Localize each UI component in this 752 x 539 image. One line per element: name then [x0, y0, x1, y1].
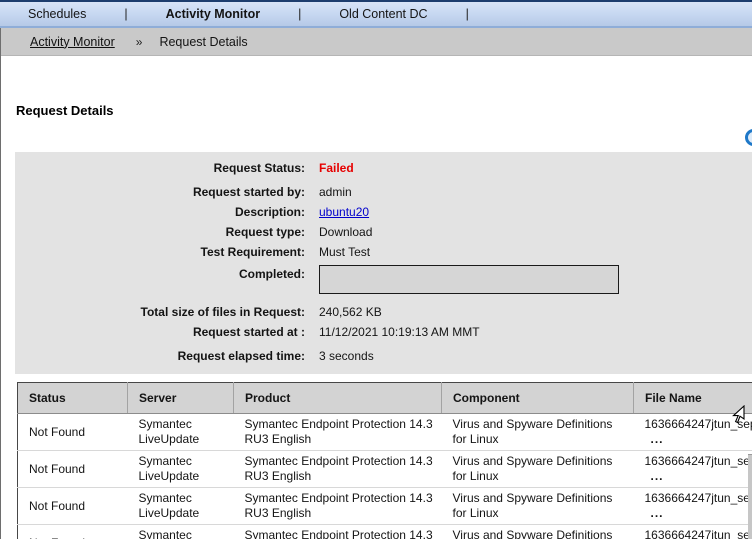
nav-item-activity-monitor[interactable]: Activity Monitor — [166, 7, 260, 21]
breadcrumb: Activity Monitor » Request Details — [1, 28, 752, 56]
nav-item-old-content-dc[interactable]: Old Content DC — [339, 7, 427, 21]
cell-server: Symantec LiveUpdate — [127, 450, 234, 488]
breadcrumb-separator-icon: » — [135, 34, 143, 49]
detail-value: Must Test — [319, 245, 371, 259]
cell-status: Not Found — [29, 424, 86, 439]
column-header-server: Server — [127, 382, 234, 414]
column-header-product: Product — [233, 382, 442, 414]
cell-file-name: 1636664247jtun_sep... — [633, 524, 752, 539]
cell-component: Virus and Spyware Definitions for Linux — [441, 450, 634, 488]
file-name-ellipsis[interactable]: ... — [645, 432, 752, 447]
detail-row-request-type: Request type: Download — [15, 222, 752, 242]
detail-label: Request type: — [225, 225, 305, 239]
detail-label: Description: — [234, 205, 305, 219]
description-link[interactable]: ubuntu20 — [319, 202, 369, 222]
nav-separator: | — [124, 7, 128, 21]
status-value-failed: Failed — [319, 161, 354, 175]
cell-component: Virus and Spyware Definitions for Linux — [441, 487, 634, 525]
nav-separator: | — [465, 7, 469, 21]
page-title: Request Details — [16, 103, 114, 118]
nav-item-schedules[interactable]: Schedules — [28, 7, 86, 21]
file-name-text: 1636664247jtun_sep — [644, 528, 752, 539]
cell-file-name: 1636664247jtun_sep... — [633, 487, 752, 525]
detail-row-request-started-at-: Request started at : 11/12/2021 10:19:13 … — [15, 322, 752, 342]
page-frame: Activity Monitor » Request Details Reque… — [0, 28, 752, 539]
cell-server: Symantec LiveUpdate — [138, 417, 200, 446]
detail-row-description: Description: ubuntu20 — [15, 202, 752, 222]
nav-separator: | — [298, 7, 302, 21]
file-name-text: 1636664247jtun_sep — [644, 491, 752, 505]
file-name-ellipsis[interactable]: ... — [645, 469, 752, 484]
results-table: Status Server Product Component File Name No… — [17, 382, 752, 539]
column-header-component: Component — [441, 382, 634, 414]
detail-label: Request Status: — [213, 161, 305, 175]
detail-label: Total size of files in Request: — [140, 305, 305, 319]
file-name-text: 1636664247jtun_sep — [644, 454, 752, 468]
results-table-header: Status Server Product Component File Name — [17, 382, 752, 414]
detail-value: 11/12/2021 10:19:13 AM MMT — [319, 325, 480, 339]
table-row: Not FoundSymantec LiveUpdateSymantec End… — [17, 524, 752, 539]
table-row: Not FoundSymantec LiveUpdateSymantec End… — [17, 487, 752, 525]
help-circle-icon[interactable] — [745, 129, 752, 146]
cell-component: Virus and Spyware Definitions for Linux — [441, 524, 634, 539]
detail-value: 3 seconds — [319, 349, 374, 363]
cell-status: Not Found — [17, 487, 128, 525]
cell-server: Symantec LiveUpdate — [127, 524, 234, 539]
table-row: Not Found Symantec LiveUpdate Symantec End… — [18, 414, 752, 451]
breadcrumb-link-activity-monitor[interactable]: Activity Monitor — [30, 35, 115, 49]
detail-value: 240,562 KB — [319, 305, 382, 319]
cell-component: Virus and Spyware Definitions for Linux — [452, 417, 613, 446]
detail-label: Completed: — [239, 267, 305, 281]
detail-label: Request elapsed time: — [177, 349, 305, 363]
cell-product: Symantec Endpoint Protection 14.3 RU3 En… — [233, 450, 442, 488]
cell-product: Symantec Endpoint Protection 14.3 RU3 En… — [233, 524, 442, 539]
detail-row-completed: Completed: — [15, 264, 752, 294]
cell-file-name: 1636664247jtun_sep... — [633, 450, 752, 488]
results-table-body: Not Found Symantec LiveUpdate Symantec End… — [17, 414, 752, 539]
file-name-ellipsis[interactable]: ... — [645, 506, 752, 521]
detail-label: Request started by: — [192, 185, 305, 199]
breadcrumb-current: Request Details — [159, 34, 248, 49]
completed-field — [319, 265, 619, 294]
detail-value: Download — [319, 225, 373, 239]
detail-label: Test Requirement: — [200, 245, 305, 259]
request-details-panel: Request Status: Failed Request started by:… — [15, 152, 752, 374]
cell-server: Symantec LiveUpdate — [127, 487, 234, 525]
detail-row-test-requirement: Test Requirement: Must Test — [15, 242, 752, 262]
detail-row-request-elapsed-time: Request elapsed time: 3 seconds — [15, 346, 752, 366]
detail-row-request-status: Request Status: Failed — [15, 158, 752, 178]
detail-row-request-started-by: Request started by: admin — [15, 182, 752, 202]
table-row: Not FoundSymantec LiveUpdateSymantec End… — [17, 450, 752, 488]
detail-label: Request started at : — [192, 325, 305, 339]
mouse-cursor-icon — [732, 405, 745, 424]
column-header-status: Status — [17, 382, 128, 414]
detail-value: admin — [319, 185, 352, 199]
top-navigation: Schedules | Activity Monitor | Old Content D… — [0, 0, 752, 28]
cell-status: Not Found — [17, 450, 128, 488]
right-scrollbar-edge[interactable] — [748, 454, 752, 539]
detail-row-total-size-of-files-in-request: Total size of files in Request: 240,562 K… — [15, 302, 752, 322]
cell-status: Not Found — [17, 524, 128, 539]
cell-product: Symantec Endpoint Protection 14.3 RU3 En… — [244, 417, 433, 446]
cell-product: Symantec Endpoint Protection 14.3 RU3 En… — [233, 487, 442, 525]
